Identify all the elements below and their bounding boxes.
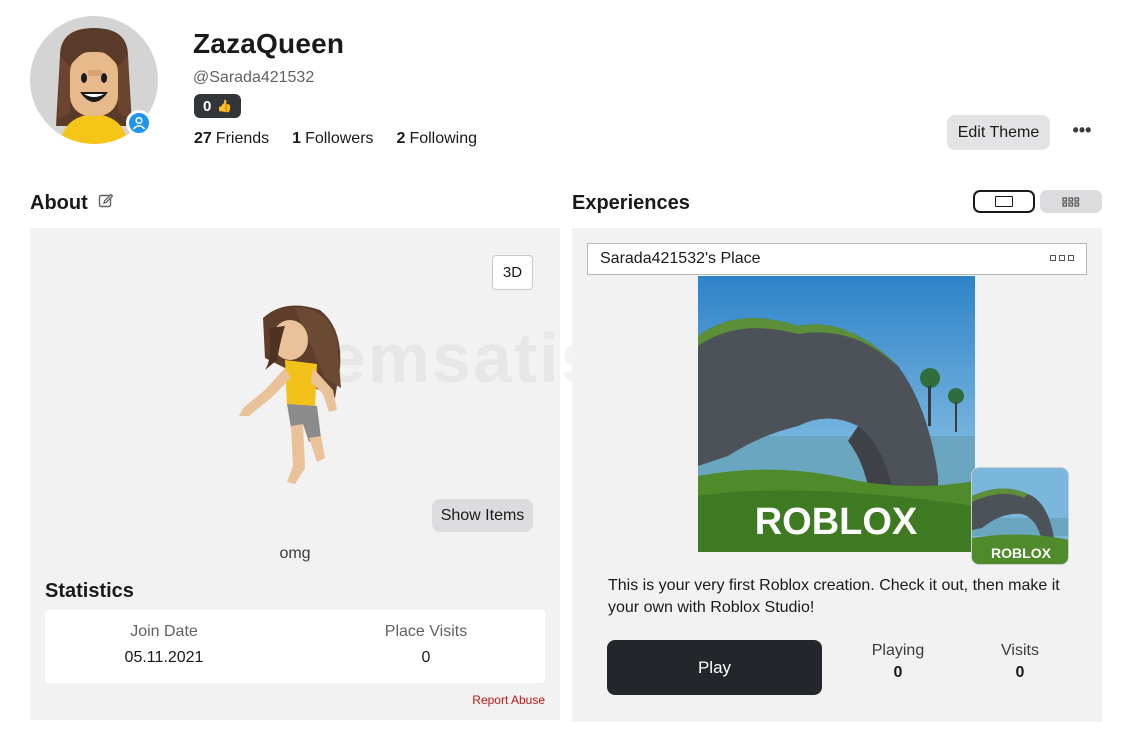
friends-count: 27 [194,130,212,147]
edit-theme-button[interactable]: Edit Theme [947,115,1050,150]
more-options-icon[interactable]: ••• [1071,120,1093,140]
visits-value: 0 [1015,664,1025,681]
playing-value: 0 [893,664,903,681]
visits-label: Visits [1001,642,1039,659]
followers-label: Followers [305,130,374,147]
toggle-3d-button[interactable]: 3D [492,255,533,290]
place-name: Sarada421532's Place [600,250,761,267]
grid-view-icon [1062,196,1080,207]
place-selector[interactable]: Sarada421532's Place [587,243,1087,275]
list-view-icon [995,196,1013,207]
friends-link[interactable]: 27 Friends [194,130,269,148]
carousel-dots-icon [1050,255,1074,261]
join-date-label: Join Date [130,623,198,640]
social-stats: 27 Friends 1 Followers 2 Following [194,130,477,148]
visits-stat: Visits 0 [970,642,1070,682]
about-header: About [30,192,114,215]
followers-link[interactable]: 1 Followers [292,130,373,148]
thumbs-up-icon: 👍 [217,99,233,113]
mini-thumbnail-logo: ROBLOX [991,545,1052,561]
robux-badge[interactable]: 0 👍 [194,94,242,118]
play-button[interactable]: Play [607,640,822,695]
playing-label: Playing [871,642,925,659]
join-date-stat: Join Date 05.11.2021 [64,623,264,667]
following-count: 2 [396,130,406,147]
online-status-icon [126,110,152,136]
statistics-card: Join Date 05.11.2021 Place Visits 0 [45,610,545,683]
profile-avatar[interactable] [30,16,158,144]
avatar-3d-render [225,298,375,503]
game-icon-thumbnail[interactable]: ROBLOX [971,467,1069,565]
robux-count: 0 [203,97,212,115]
experiences-title: Experiences [572,192,690,214]
followers-count: 1 [292,130,302,147]
following-label: Following [409,130,478,147]
following-link[interactable]: 2 Following [397,130,478,148]
statistics-title: Statistics [45,580,134,602]
place-visits-stat: Place Visits 0 [326,623,526,667]
list-view-toggle[interactable] [973,190,1035,213]
place-visits-label: Place Visits [384,623,468,640]
game-description: This is your very first Roblox creation.… [608,577,1060,616]
grid-view-toggle[interactable] [1040,190,1102,213]
playing-stat: Playing 0 [848,642,948,682]
about-title: About [30,192,88,214]
thumbnail-logo: ROBLOX [755,501,918,543]
profile-bio: omg [279,545,311,562]
display-name: ZazaQueen [193,28,345,59]
username: @Sarada421532 [193,69,315,86]
place-visits-value: 0 [421,649,431,666]
experiences-panel: Sarada421532's Place ROBLOX ROBLOX This … [572,228,1102,722]
join-date-value: 05.11.2021 [124,649,204,666]
game-thumbnail[interactable]: ROBLOX [698,276,975,552]
show-items-button[interactable]: Show Items [432,499,533,532]
edit-about-icon[interactable] [98,192,114,215]
about-panel: itemsatis 3D Show Items omg Statistics J… [30,228,599,720]
friends-label: Friends [215,130,270,147]
report-abuse-link[interactable]: Report Abuse [472,693,545,707]
